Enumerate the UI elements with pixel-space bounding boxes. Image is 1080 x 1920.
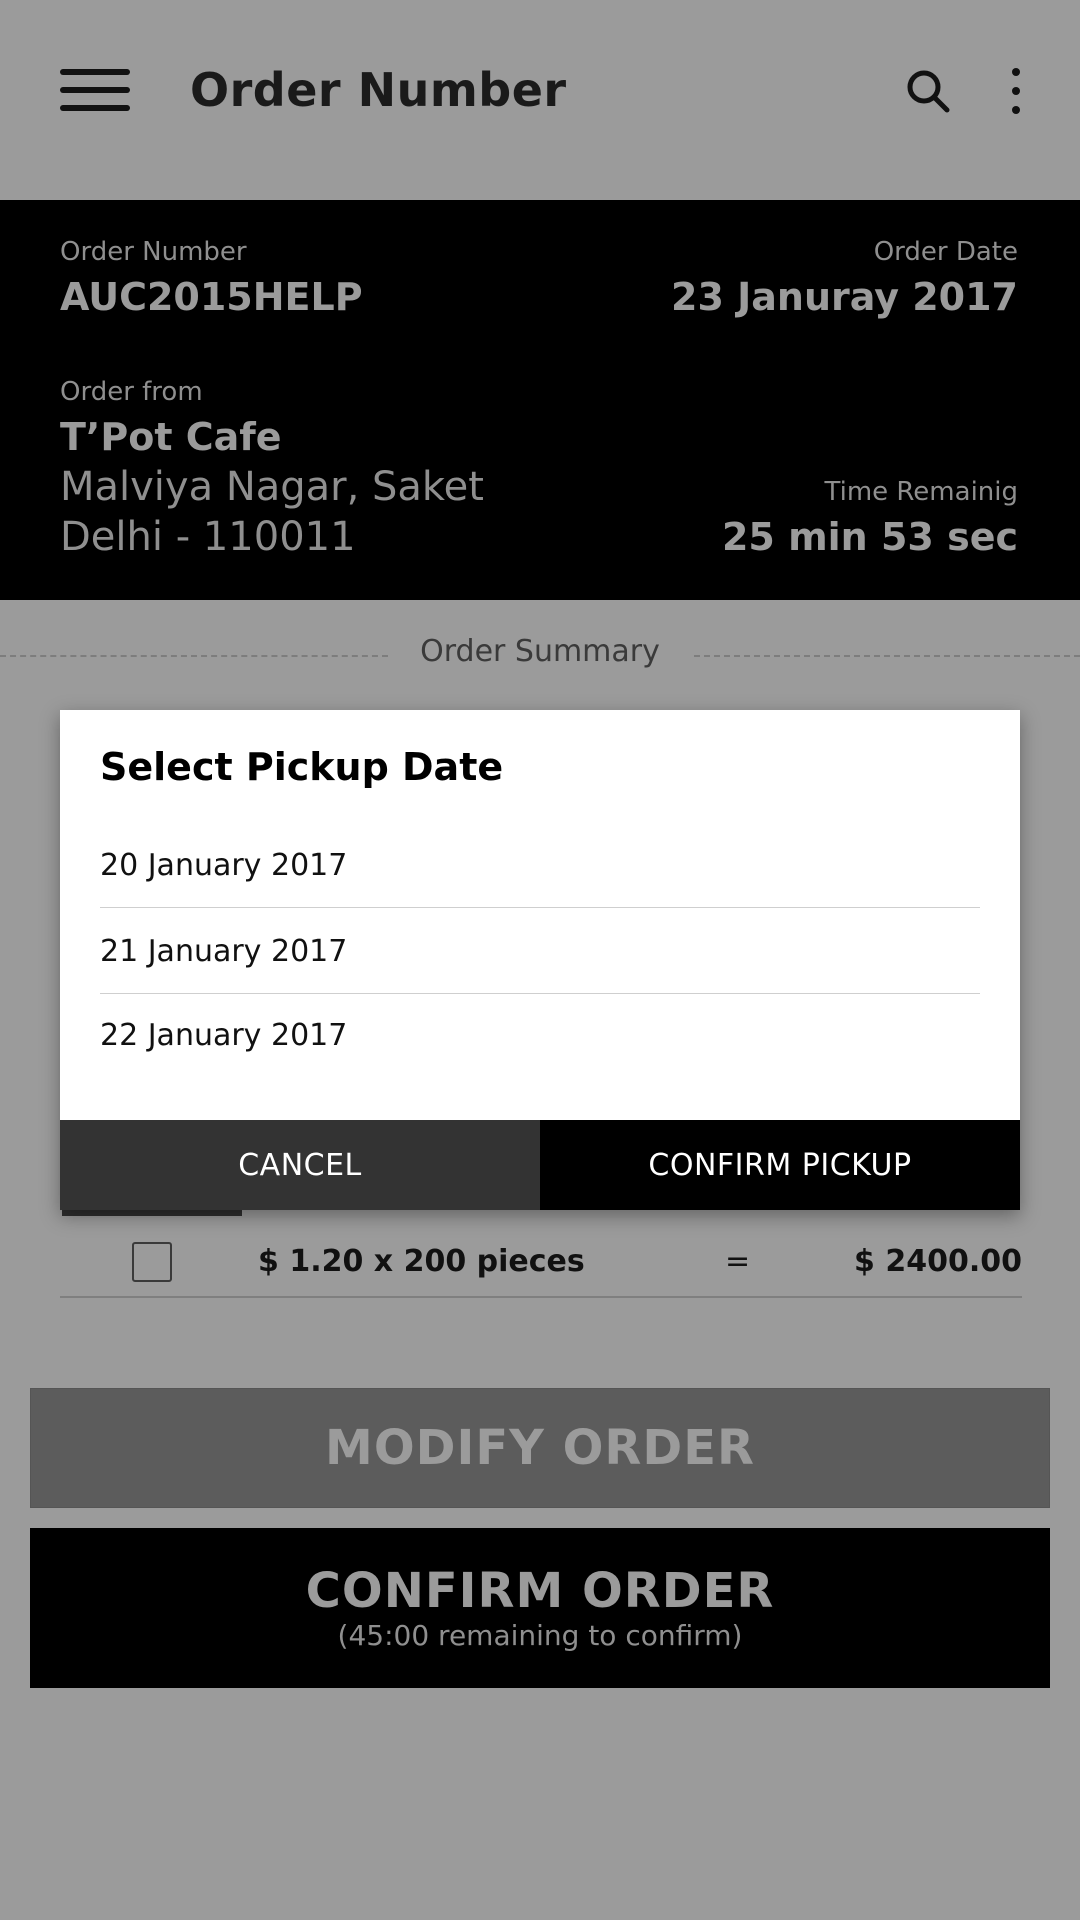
dialog-title: Select Pickup Date [100, 745, 504, 789]
modify-order-button[interactable]: MODIFY ORDER [30, 1388, 1050, 1508]
search-icon[interactable] [905, 68, 951, 114]
item-price-quantity: $ 1.20 x 200 pieces [258, 1244, 585, 1279]
confirm-pickup-button[interactable]: CONFIRM PICKUP [540, 1120, 1020, 1210]
pickup-date-option[interactable]: 22 January 2017 [100, 994, 980, 1078]
order-date-label: Order Date [873, 237, 1018, 267]
more-vert-icon[interactable] [1000, 68, 1032, 114]
item-equals: = [725, 1244, 751, 1279]
pickup-date-option[interactable]: 21 January 2017 [100, 910, 980, 994]
select-pickup-date-dialog: Select Pickup Date 20 January 2017 21 Ja… [60, 710, 1020, 1210]
order-from-address-line2: Delhi - 110011 [60, 514, 356, 560]
order-from-name: T’Pot Cafe [60, 415, 282, 459]
order-date-value: 23 Januray 2017 [671, 275, 1018, 319]
order-number-label: Order Number [60, 237, 247, 267]
order-number-value: AUC2015HELP [60, 275, 363, 319]
order-from-label: Order from [60, 377, 203, 407]
item-checkbox[interactable] [132, 1242, 172, 1282]
modify-order-label: MODIFY ORDER [325, 1420, 755, 1476]
menu-icon[interactable] [60, 69, 130, 111]
time-remaining-value: 25 min 53 sec [721, 515, 1018, 559]
order-summary-label: Order Summary [420, 634, 660, 669]
dialog-actions: CANCEL CONFIRM PICKUP [60, 1120, 1020, 1210]
order-header: Order Number AUC2015HELP Order Date 23 J… [0, 200, 1080, 600]
confirm-order-label: CONFIRM ORDER [305, 1563, 775, 1619]
page-title: Order Number [190, 63, 567, 117]
list-item: $ 1.20 x 200 pieces = $ 2400.00 [60, 1230, 1022, 1298]
confirm-order-button[interactable]: CONFIRM ORDER (45:00 remaining to confir… [30, 1528, 1050, 1688]
confirm-order-countdown: (45:00 remaining to confirm) [337, 1619, 743, 1652]
cancel-button[interactable]: CANCEL [60, 1120, 540, 1210]
item-total: $ 2400.00 [854, 1244, 1022, 1279]
time-remaining-label: Time Remainig [824, 477, 1018, 507]
order-from-address-line1: Malviya Nagar, Saket [60, 464, 484, 510]
pickup-date-option[interactable]: 20 January 2017 [100, 824, 980, 908]
app-bar: Order Number [0, 0, 1080, 200]
